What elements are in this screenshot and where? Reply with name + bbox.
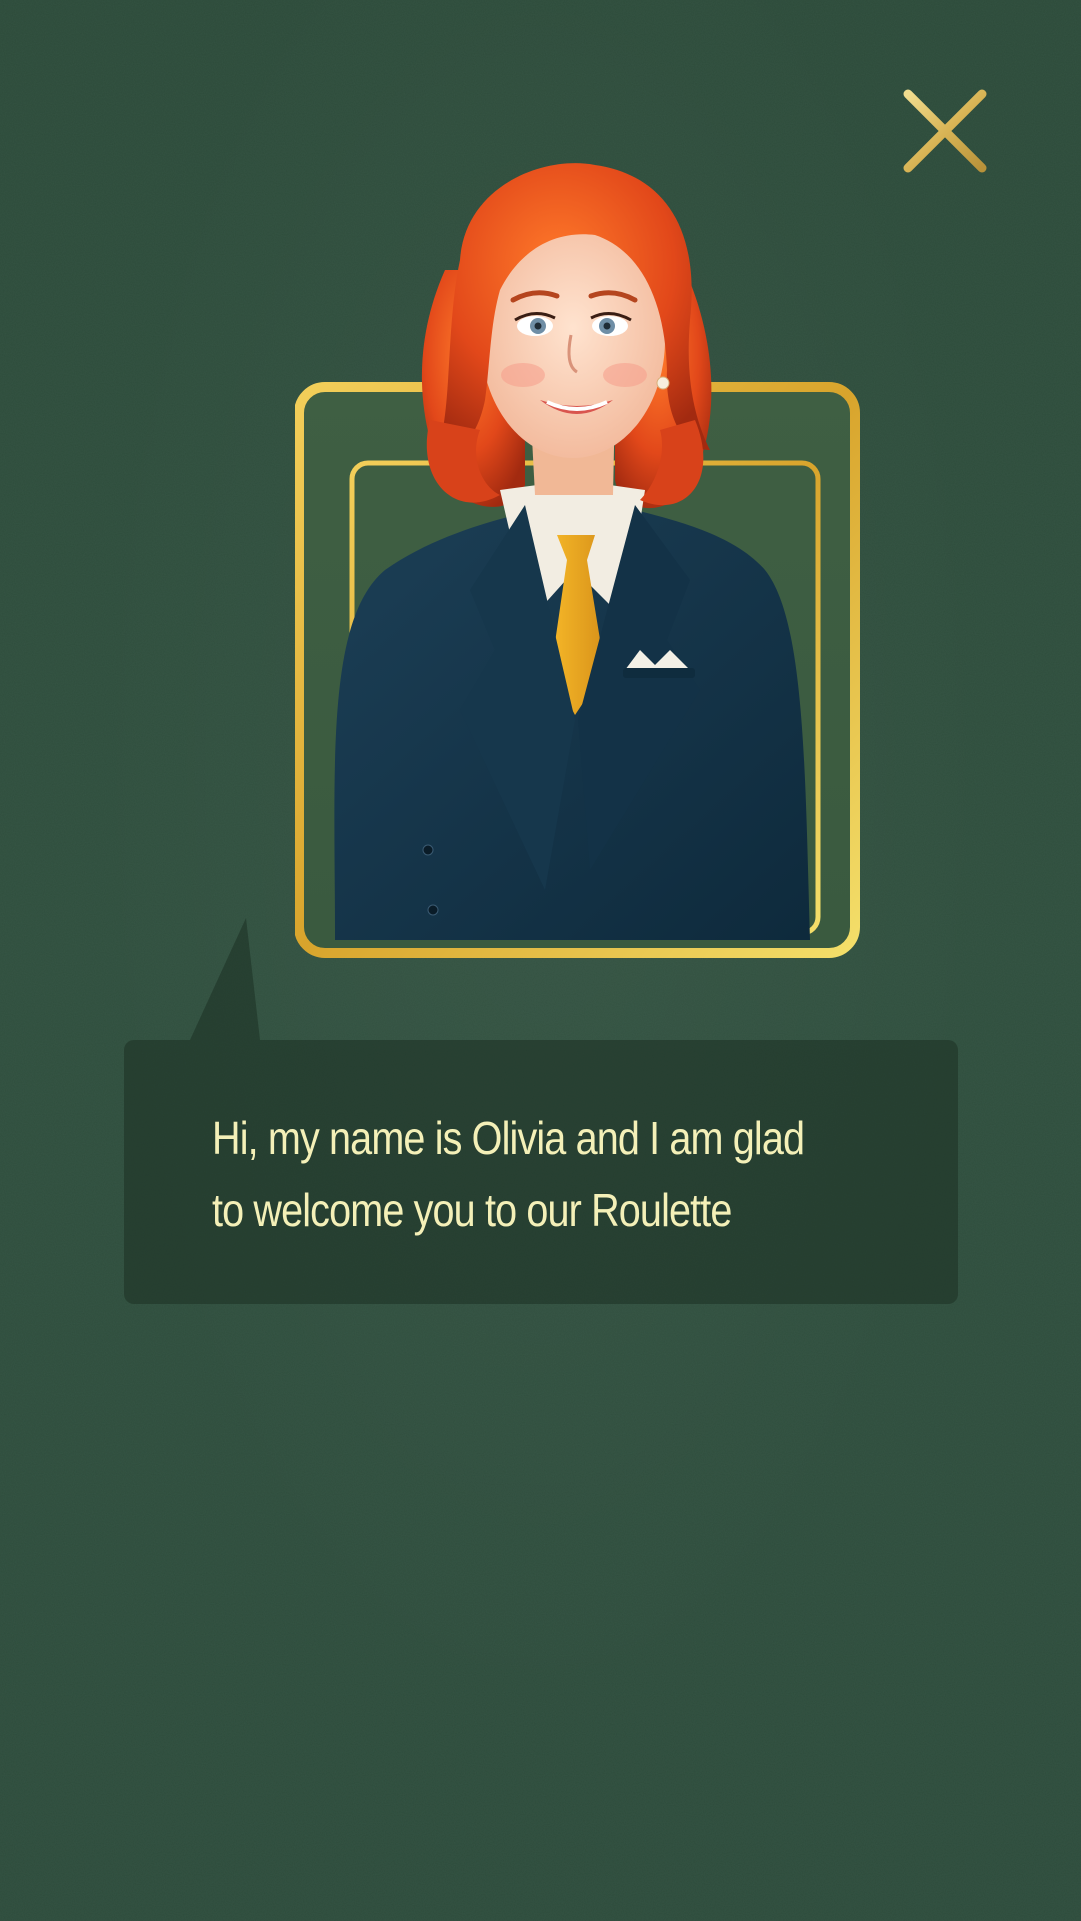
dealer-portrait [295, 150, 865, 960]
greeting-line-1: Hi, my name is Olivia and I am glad [212, 1112, 805, 1164]
close-icon [903, 89, 987, 173]
close-button[interactable] [900, 86, 990, 176]
speech-bubble-tail [190, 918, 270, 1040]
dealer-greeting: Hi, my name is Olivia and I am glad to w… [212, 1102, 866, 1246]
greeting-line-2: to welcome you to our Roulette [212, 1184, 732, 1236]
speech-bubble: Hi, my name is Olivia and I am glad to w… [124, 1040, 958, 1304]
